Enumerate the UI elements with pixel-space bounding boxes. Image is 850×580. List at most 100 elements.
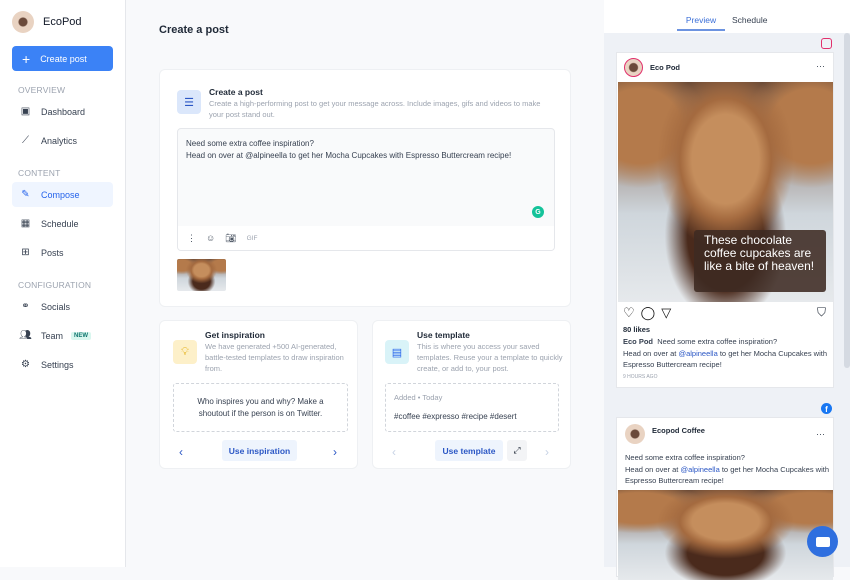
camera-icon[interactable]: 📷︎ [225, 233, 236, 244]
template-content: #coffee #expresso #recipe #desert [394, 412, 517, 421]
template-title: Use template [417, 330, 470, 340]
template-icon: ▤ [385, 340, 409, 364]
composer-title: Create a post [209, 87, 263, 97]
create-post-label: Create post [40, 53, 87, 64]
section-content: CONTENT [18, 168, 61, 178]
chevron-left-icon[interactable]: ‹ [179, 445, 183, 459]
facebook-icon: f [821, 403, 832, 414]
heart-icon[interactable]: ♡ [623, 305, 635, 321]
grid-icon: ⊞ [21, 247, 30, 258]
post-actions: ♡ ◯ ▽ [623, 305, 671, 321]
sidebar-item-team[interactable]: 👥︎ Team NEW [12, 323, 113, 348]
template-meta: Added • Today [394, 393, 443, 402]
attached-image-thumbnail[interactable] [177, 259, 226, 291]
more-vertical-icon[interactable]: ⋮ [187, 233, 196, 244]
composer-description: Create a high-performing post to get you… [209, 99, 541, 119]
sidebar-item-settings[interactable]: ⚙ Settings [12, 352, 113, 377]
more-icon[interactable]: ··· [816, 429, 825, 439]
post-text-line: Head on over at @alpineella to get her M… [186, 151, 512, 160]
section-overview: OVERVIEW [18, 85, 66, 95]
post-text: Head on over at [625, 464, 681, 474]
editor-toolbar: ⋮ ☺ 📷︎ GIF [178, 226, 554, 250]
sidebar-item-label: Posts [41, 247, 64, 258]
socials-icon: ⚭ [21, 301, 30, 312]
sidebar-item-label: Compose [41, 189, 80, 200]
expand-icon[interactable]: ⤢ [507, 440, 527, 461]
sidebar-item-posts[interactable]: ⊞ Posts [12, 240, 113, 265]
template-preview[interactable]: Added • Today #coffee #expresso #recipe … [385, 383, 559, 432]
caption-text: Head on over at [623, 348, 679, 358]
facebook-post-preview: Ecopod Coffee ··· Need some extra coffee… [616, 417, 834, 580]
likes-count: 80 likes [623, 325, 651, 334]
brand[interactable]: EcoPod [12, 11, 82, 33]
create-post-button[interactable]: + Create post [12, 46, 113, 71]
template-description: This is where you access your saved temp… [417, 342, 563, 373]
inspiration-description: We have generated +500 AI-generated, bat… [205, 342, 344, 373]
bookmark-icon[interactable]: ⛉ [817, 305, 826, 320]
sidebar-item-dashboard[interactable]: ▣ Dashboard [12, 99, 113, 124]
preview-panel: Preview Schedule Eco Pod ··· These choco… [604, 0, 850, 580]
sidebar-item-label: Schedule [41, 218, 79, 229]
caption-line: Need some extra coffee inspiration? [657, 337, 778, 346]
comment-icon[interactable]: ◯ [641, 305, 656, 321]
post-text-line: Need some extra coffee inspiration? [186, 139, 314, 148]
use-template-button[interactable]: Use template [435, 440, 503, 461]
new-badge: NEW [71, 331, 92, 340]
instagram-post-preview: Eco Pod ··· These chocolate coffee cupca… [616, 52, 834, 388]
chevron-right-icon[interactable]: › [545, 445, 549, 459]
post-time: 9 HOURS AGO [623, 374, 658, 380]
inspiration-card: 💡︎ Get inspiration We have generated +50… [159, 320, 358, 469]
gif-button[interactable]: GIF [247, 235, 258, 242]
lightbulb-icon: 💡︎ [173, 340, 197, 364]
sidebar-item-label: Dashboard [41, 106, 86, 117]
template-card: ▤ Use template This is where you access … [372, 320, 571, 469]
page-title: Create a post [159, 24, 229, 36]
chat-icon [815, 536, 830, 547]
mention-link[interactable]: @alpineella [680, 465, 719, 474]
calendar-icon: ▦ [20, 218, 31, 229]
grammarly-icon[interactable]: G [532, 206, 544, 218]
use-inspiration-button[interactable]: Use inspiration [222, 440, 297, 461]
chevron-left-icon[interactable]: ‹ [392, 445, 396, 459]
sidebar: EcoPod + Create post OVERVIEW ▣ Dashboard … [0, 0, 126, 567]
mention-link[interactable]: @alpineella [678, 349, 717, 358]
section-configuration: CONFIGURATION [18, 280, 92, 290]
image-overlay-text: These chocolate coffee cupcakes are like… [694, 230, 826, 292]
sidebar-item-label: Team [41, 330, 64, 341]
sidebar-item-label: Analytics [41, 135, 78, 146]
team-icon: 👥︎ [19, 330, 32, 341]
dashboard-icon: ▣ [20, 106, 31, 117]
sidebar-item-schedule[interactable]: ▦ Schedule [12, 211, 113, 236]
chevron-right-icon[interactable]: › [333, 445, 337, 459]
brand-name: EcoPod [43, 16, 82, 28]
preview-tabs: Preview Schedule [604, 0, 850, 33]
gear-icon: ⚙ [21, 359, 30, 370]
sidebar-item-label: Socials [41, 301, 71, 312]
sidebar-item-compose[interactable]: ✎ Compose [12, 182, 113, 207]
scrollbar[interactable] [844, 33, 850, 368]
instagram-icon [821, 38, 832, 49]
avatar [625, 424, 645, 444]
composer-card: ☰ Create a post Create a high-performing… [159, 69, 571, 307]
analytics-icon: ⟋ [22, 135, 29, 146]
chat-button[interactable] [807, 526, 838, 557]
avatar [624, 58, 643, 77]
tab-schedule[interactable]: Schedule [732, 15, 767, 25]
plus-icon: + [22, 50, 31, 67]
post-image: These chocolate coffee cupcakes are like… [618, 82, 833, 302]
tab-preview[interactable]: Preview [677, 15, 725, 31]
sidebar-item-analytics[interactable]: ⟋ Analytics [12, 128, 113, 153]
sidebar-item-label: Settings [41, 359, 74, 370]
inspiration-prompt: Who inspires you and why? Make a shoutou… [173, 383, 348, 432]
post-editor[interactable]: Need some extra coffee inspiration? Head … [177, 128, 555, 251]
more-icon[interactable]: ··· [816, 61, 825, 71]
emoji-icon[interactable]: ☺ [206, 233, 215, 243]
message-icon: ☰ [177, 90, 201, 114]
caption-name: Eco Pod [623, 337, 654, 346]
compose-icon: ✎ [21, 189, 30, 200]
account-name: Ecopod Coffee [652, 426, 705, 435]
sidebar-item-socials[interactable]: ⚭ Socials [12, 294, 113, 319]
post-text-line: Need some extra coffee inspiration? [625, 453, 745, 462]
account-name: Eco Pod [650, 63, 681, 72]
share-icon[interactable]: ▽ [661, 305, 671, 321]
